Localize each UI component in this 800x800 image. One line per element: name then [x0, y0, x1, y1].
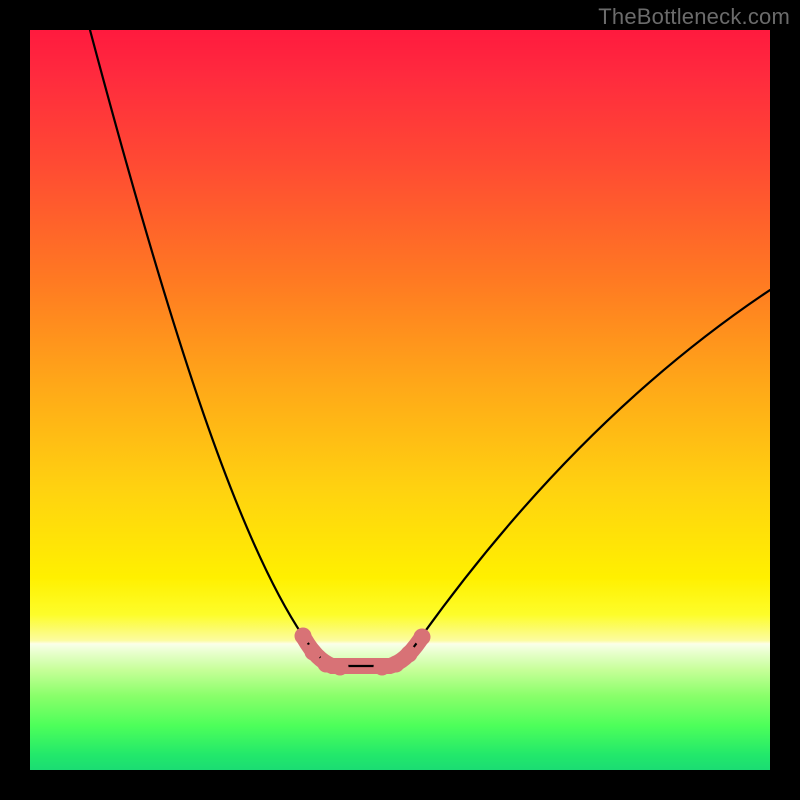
chart-frame: TheBottleneck.com — [0, 0, 800, 800]
dot — [414, 629, 431, 646]
plot-area — [30, 30, 770, 770]
watermark-text: TheBottleneck.com — [598, 4, 790, 30]
dot — [401, 646, 418, 663]
dot — [318, 656, 335, 673]
dot — [305, 644, 322, 661]
dot — [374, 659, 391, 676]
dot — [295, 628, 312, 645]
dot — [332, 659, 349, 676]
curve-layer — [30, 30, 770, 770]
main-curve-line — [90, 30, 770, 666]
